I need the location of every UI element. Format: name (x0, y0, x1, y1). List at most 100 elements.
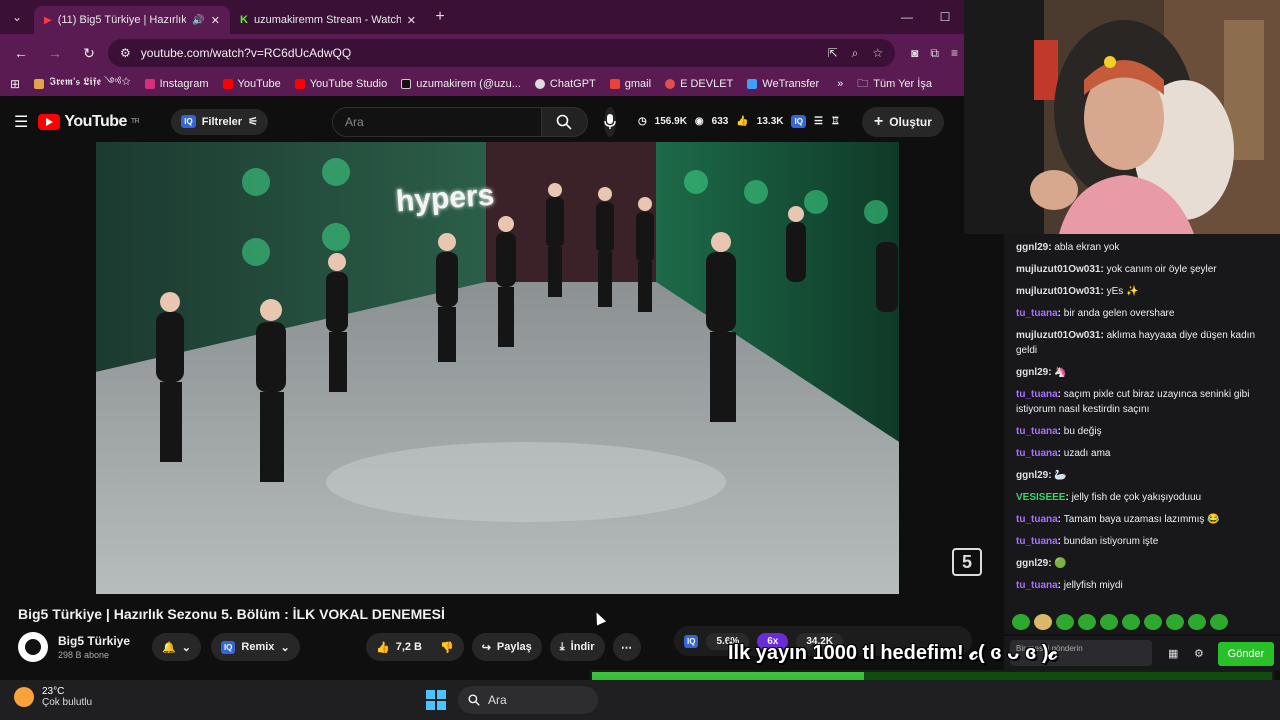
close-tab-icon[interactable]: ✕ (407, 14, 416, 27)
remix-button[interactable]: IQ Remix ⌄ (210, 633, 300, 661)
chat-username[interactable]: tu_tuana (1016, 389, 1058, 400)
search-button[interactable] (541, 106, 588, 137)
list-icon[interactable]: ☰ (814, 116, 823, 127)
chat-username[interactable]: ggnl29 (1016, 242, 1048, 253)
windows-start-icon[interactable] (426, 690, 446, 710)
apps-icon[interactable]: ⊞ (10, 77, 20, 91)
emote-icon[interactable] (1144, 614, 1162, 630)
kick-favicon-icon: K (240, 14, 248, 26)
tiktok-icon (401, 79, 412, 89)
chat-text: uzadı ama (1063, 448, 1111, 459)
trophy-icon[interactable]: ♖ (831, 116, 840, 127)
channel-name[interactable]: Big5 Türkiye (58, 634, 130, 648)
video-player[interactable]: hypers (96, 142, 899, 594)
voice-search-button[interactable] (603, 106, 616, 137)
like-button[interactable]: 👍 7,2 B 👎 (366, 633, 464, 661)
chevron-down-icon: ⌄ (181, 641, 191, 654)
taskbar-search[interactable]: Ara (458, 686, 598, 714)
settings-gear-icon[interactable]: ⚙ (1194, 647, 1204, 660)
iq-icon[interactable]: IQ (684, 634, 699, 648)
create-button[interactable]: + Oluştur (861, 106, 944, 137)
chat-message: ggnl29: 🦄 (1016, 367, 1067, 378)
bookmark-chatgpt[interactable]: ChatGPT (534, 78, 596, 90)
bookmark-star-icon[interactable]: ☆ (872, 46, 883, 61)
more-button[interactable]: ⋯ (612, 633, 641, 661)
channel-avatar[interactable] (18, 632, 48, 662)
channel-watermark-icon: 5 (952, 548, 982, 576)
share-button[interactable]: ↪ Paylaş (471, 633, 542, 661)
tab-kick[interactable]: K uzumakiremm Stream - Watch ✕ (230, 6, 426, 34)
all-bookmarks-folder[interactable]: 🗀 Tüm Yer İşa (857, 75, 932, 94)
menu-icon[interactable]: ☰ (14, 112, 28, 132)
chat-username[interactable]: tu_tuana (1016, 514, 1058, 525)
chat-username[interactable]: mujluzut01Ow031 (1016, 330, 1100, 341)
site-info-icon[interactable]: ⚙ (120, 46, 131, 60)
emote-icon[interactable] (1166, 614, 1184, 630)
store-icon[interactable]: ▦ (1168, 647, 1178, 660)
minimize-icon[interactable]: — (888, 10, 926, 24)
wetransfer-icon (747, 79, 758, 89)
audio-icon[interactable]: 🔊 (192, 15, 204, 26)
chat-username[interactable]: VESISEEE (1016, 492, 1065, 503)
chat-username[interactable]: ggnl29 (1016, 367, 1048, 378)
filters-button[interactable]: IQ Filtreler ⚟ (171, 108, 268, 135)
chat-username[interactable]: ggnl29 (1016, 558, 1048, 569)
tab-title: uzumakiremm Stream - Watch (253, 14, 401, 26)
chat-text: bundan istiyorum işte (1063, 536, 1159, 547)
chat-username[interactable]: tu_tuana (1016, 308, 1058, 319)
chat-username[interactable]: ggnl29 (1016, 470, 1048, 481)
weather-widget[interactable]: 23°C Çok bulutlu (14, 686, 92, 708)
chat-username[interactable]: mujluzut01Ow031 (1016, 286, 1100, 297)
dislike-icon[interactable]: 👎 (440, 641, 454, 654)
emote-icon[interactable] (1100, 614, 1118, 630)
tab-search-icon[interactable]: ⌄ (0, 0, 34, 34)
chat-username[interactable]: mujluzut01Ow031 (1016, 264, 1100, 275)
window-controls: — ☐ (888, 0, 964, 34)
bookmark-gmail[interactable]: gmail (609, 78, 651, 90)
emote-icon[interactable] (1056, 614, 1074, 630)
url-field[interactable]: ⚙ youtube.com/watch?v=RC6dUcAdwQQ ⇱ ⌕ ☆ (108, 39, 896, 67)
install-icon[interactable]: ⇱ (828, 46, 838, 61)
reload-icon[interactable]: ↻ (74, 45, 104, 62)
emote-icon[interactable] (1122, 614, 1140, 630)
bookmark-wetransfer[interactable]: WeTransfer (747, 78, 819, 90)
new-tab-icon[interactable]: + (426, 8, 454, 26)
mouse-cursor-icon (591, 610, 607, 626)
emote-icon[interactable] (1188, 614, 1206, 630)
emote-icon[interactable] (1034, 614, 1052, 630)
forward-icon[interactable]: → (40, 45, 70, 61)
chat-text: jellyfish miydi (1063, 580, 1123, 591)
extensions-icon[interactable]: ⧉ (930, 46, 939, 61)
tab-youtube[interactable]: ▶ (11) Big5 Türkiye | Hazırlık S 🔊 ✕ (34, 6, 230, 34)
video-actions: 👍 7,2 B 👎 ↪ Paylaş ⤓ İndir ⋯ (366, 633, 641, 661)
chat-text: abla ekran yok (1054, 242, 1120, 253)
bookmark-youtube-studio[interactable]: YouTube Studio (294, 78, 387, 90)
bookmarks-more-icon[interactable]: » (837, 78, 843, 90)
emote-icon[interactable] (1012, 614, 1030, 630)
search-input[interactable]: Ara (331, 106, 542, 137)
youtube-logo[interactable]: YouTube TR (38, 113, 140, 131)
close-tab-icon[interactable]: ✕ (211, 14, 220, 27)
chat-username[interactable]: tu_tuana (1016, 426, 1058, 437)
bookmark-edevlet[interactable]: E DEVLET (665, 78, 733, 90)
back-icon[interactable]: ← (6, 45, 36, 61)
bookmark-youtube[interactable]: YouTube (222, 78, 281, 90)
bookmark-tiktok[interactable]: uzumakirem (@uzu... (401, 78, 521, 90)
notifications-toggle[interactable]: 🔔 ⌄ (152, 633, 201, 661)
camera-icon[interactable]: ◙ (911, 46, 918, 61)
zoom-icon[interactable]: ⌕ (852, 46, 859, 61)
bookmark-irems-life[interactable]: 𝕴𝖗𝖊𝖒'𝖘 𝕷𝖎𝖋𝖊 ༺☆ (34, 72, 131, 96)
chat-username[interactable]: tu_tuana (1016, 536, 1058, 547)
chat-message: mujluzut01Ow031: yEs ✨ (1016, 286, 1139, 297)
bookmark-instagram[interactable]: Instagram (144, 78, 209, 90)
send-button[interactable]: Gönder (1218, 642, 1274, 666)
media-icon[interactable]: ≡ (951, 46, 958, 61)
emote-icon[interactable] (1078, 614, 1096, 630)
maximize-icon[interactable]: ☐ (926, 10, 964, 24)
chat-username[interactable]: tu_tuana (1016, 448, 1058, 459)
emote-icon[interactable] (1210, 614, 1228, 630)
video-frame (96, 142, 899, 594)
chat-username[interactable]: tu_tuana (1016, 580, 1058, 591)
download-button[interactable]: ⤓ İndir (549, 633, 605, 661)
iq-icon[interactable]: IQ (791, 115, 806, 128)
